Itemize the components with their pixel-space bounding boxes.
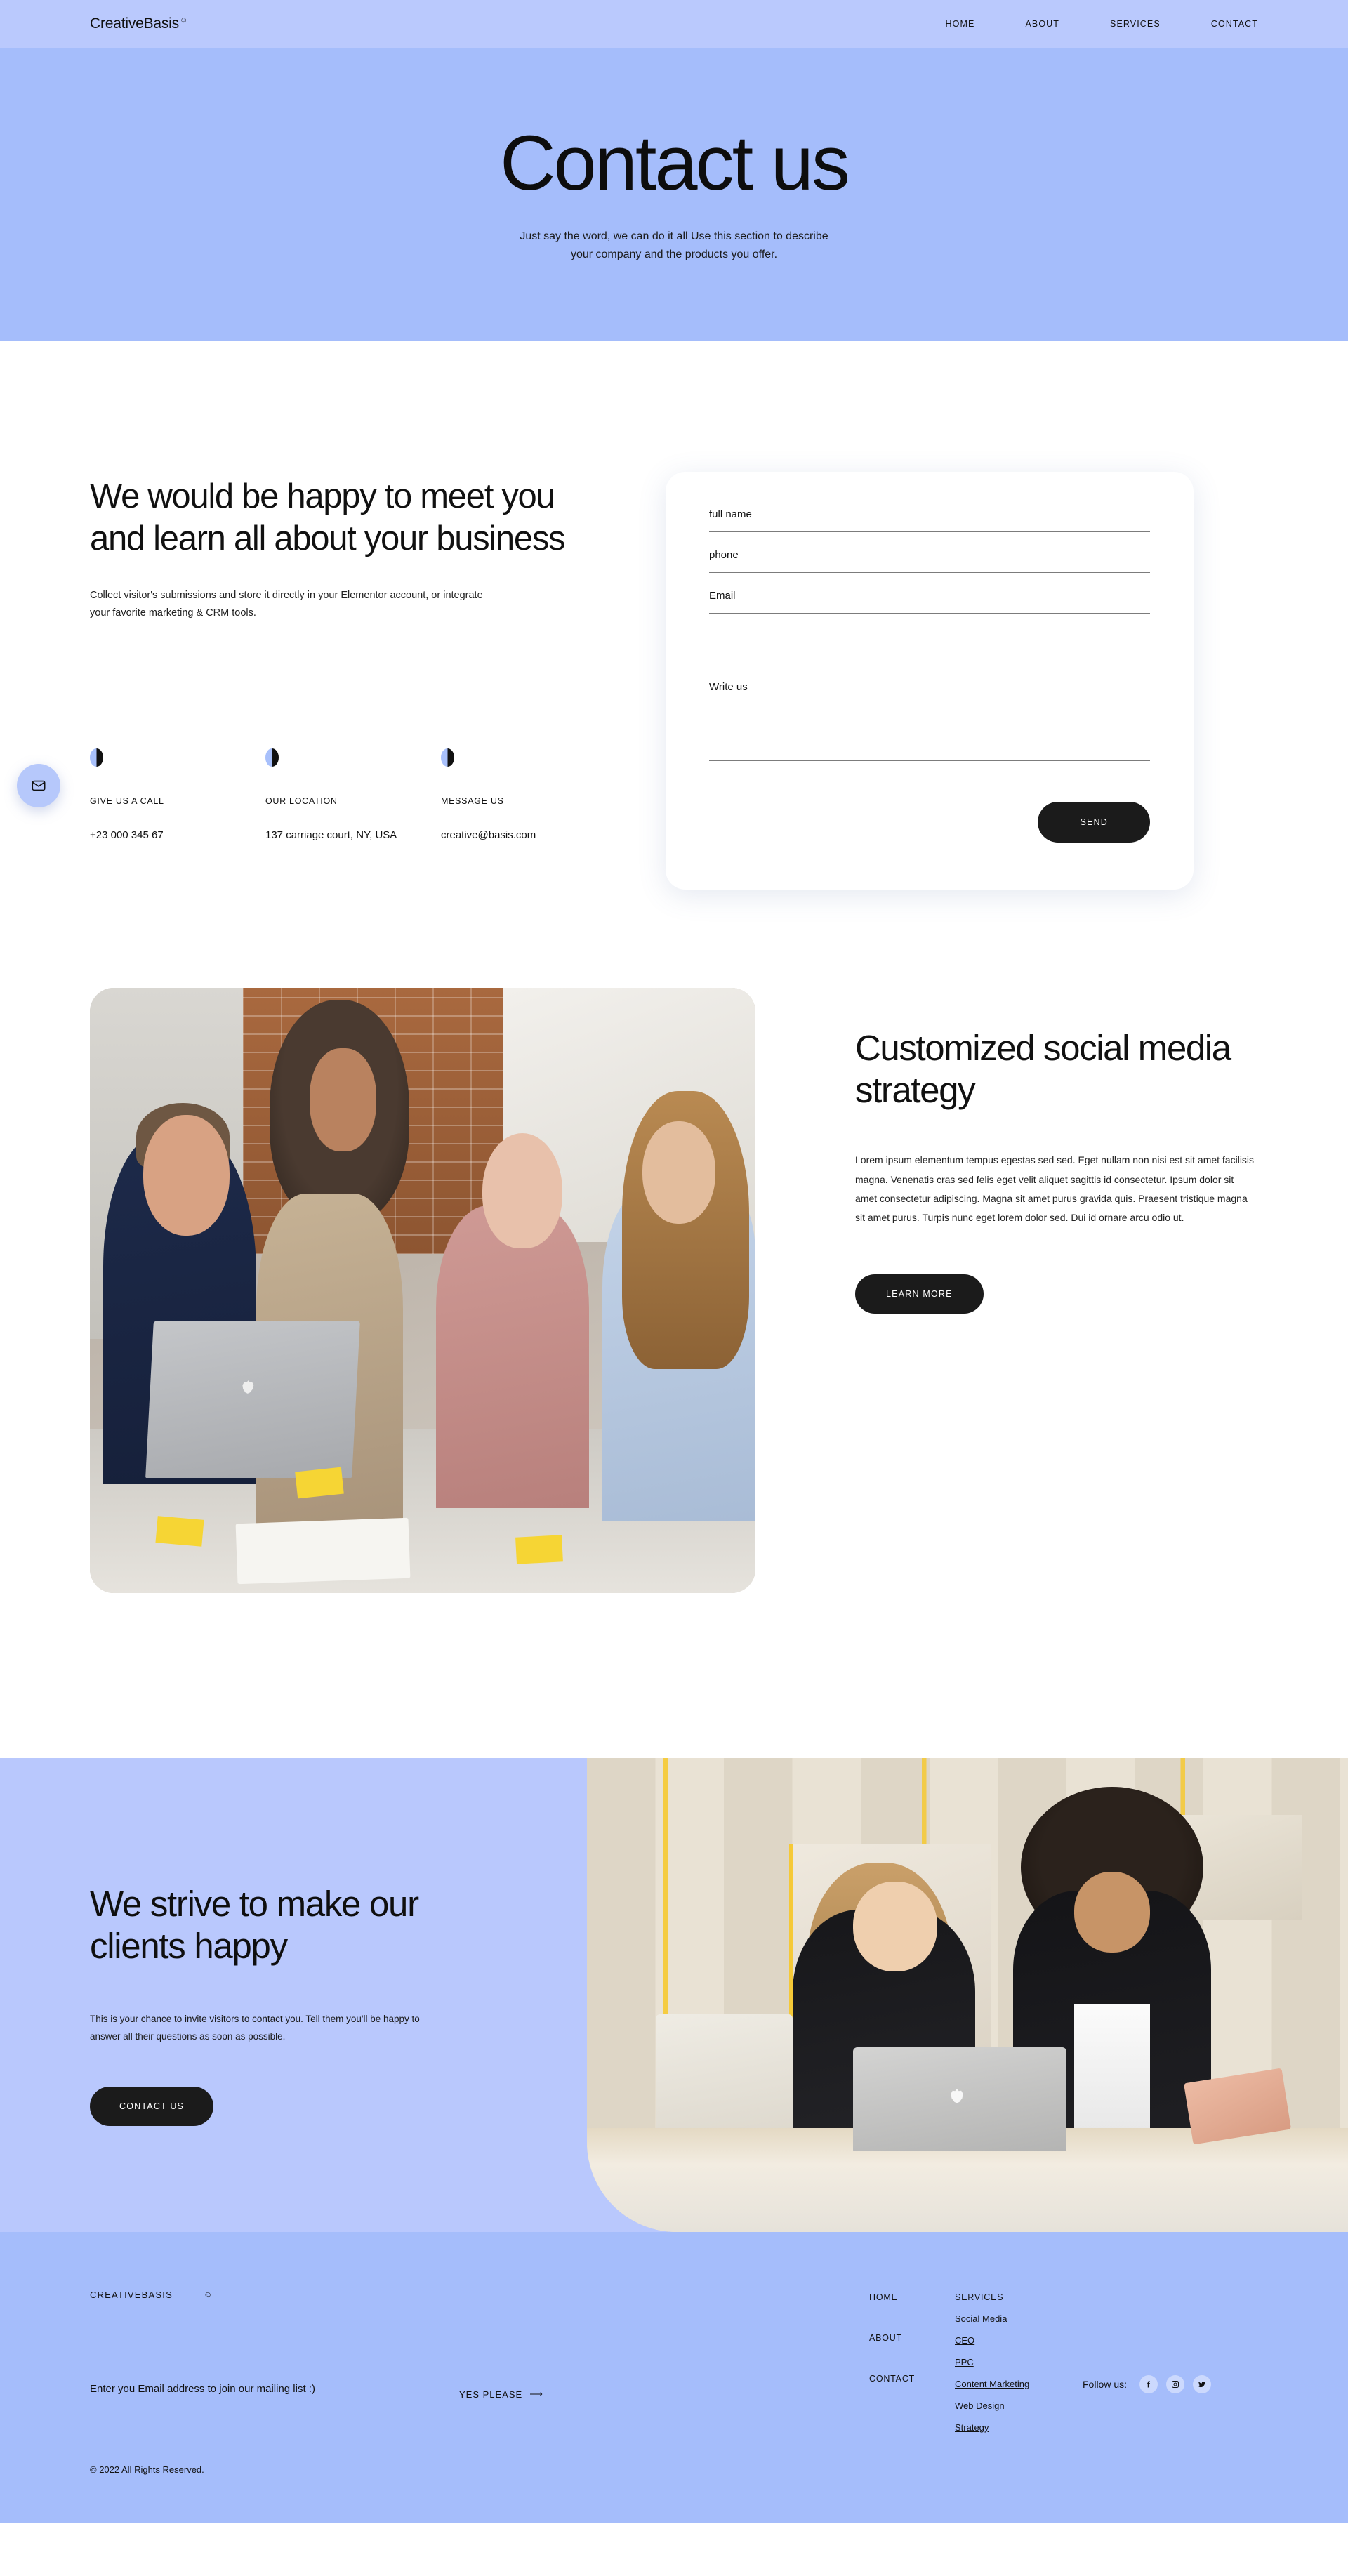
contact-heading: We would be happy to meet you and learn … (90, 477, 566, 557)
phone-input[interactable] (709, 572, 1150, 573)
follow-us: Follow us: (1083, 2292, 1212, 2475)
email-input[interactable] (709, 613, 1150, 614)
team-meeting-photo (90, 988, 755, 1593)
mail-fab-button[interactable] (17, 764, 60, 807)
contact-info-label: GIVE US A CALL (90, 796, 164, 807)
footer-service-ppc[interactable]: PPC (955, 2357, 974, 2367)
footer-service-content-marketing[interactable]: Content Marketing (955, 2379, 1029, 2389)
footer-services-heading: SERVICES (955, 2292, 1004, 2302)
smiley-icon: ☺ (179, 16, 187, 25)
instagram-icon[interactable] (1166, 2374, 1185, 2393)
mail-icon (441, 748, 454, 767)
smiley-icon: ☺ (203, 2290, 213, 2299)
newsletter-submit[interactable]: YES PLEASE ⟶ (459, 2389, 543, 2405)
field-email: Email (709, 590, 1150, 614)
footer-left: CREATIVEBASIS ☺ Enter you Email address … (90, 2290, 869, 2475)
footer-link-contact[interactable]: CONTACT (869, 2374, 955, 2384)
strive-heading: We strive to make our clients happy (90, 1884, 419, 1967)
form-actions: SEND (709, 802, 1150, 843)
full-name-input[interactable] (709, 531, 1150, 532)
nav-item-contact[interactable]: CONTACT (1211, 19, 1258, 29)
footer-service-ceo[interactable]: CEO (955, 2335, 974, 2346)
nav-item-about[interactable]: ABOUT (1025, 19, 1059, 29)
site-footer: CREATIVEBASIS ☺ Enter you Email address … (0, 2232, 1348, 2523)
newsletter-field[interactable]: Enter you Email address to join our mail… (90, 2383, 434, 2405)
nav-item-home[interactable]: HOME (946, 19, 975, 29)
footer-service-web-design[interactable]: Web Design (955, 2400, 1005, 2411)
contact-info-row: GIVE US A CALL +23 000 345 67 OUR LOCATI… (90, 748, 623, 841)
nav-item-services[interactable]: SERVICES (1110, 19, 1161, 29)
strive-section: We strive to make our clients happy This… (0, 1758, 1348, 2232)
follow-us-label: Follow us: (1083, 2378, 1128, 2390)
mail-icon (32, 780, 46, 791)
hero-subtitle: Just say the word, we can do it all Use … (520, 230, 828, 260)
site-logo[interactable]: CreativeBasis ☺ (90, 15, 187, 32)
contact-section: We would be happy to meet you and learn … (0, 341, 1348, 890)
contact-info-value[interactable]: +23 000 345 67 (90, 829, 265, 841)
site-logo-text: CreativeBasis (90, 15, 179, 32)
field-message: Write us (709, 681, 1150, 761)
strive-body: This is your chance to invite visitors t… (90, 2014, 420, 2042)
footer-services-column: SERVICES Social Media CEO PPC Content Ma… (955, 2292, 1083, 2475)
copyright: © 2022 All Rights Reserved. (90, 2464, 204, 2475)
strategy-text: Customized social media strategy Lorem i… (755, 988, 1258, 1314)
arrow-right-icon: ⟶ (529, 2389, 543, 2399)
page-title: Contact us (500, 119, 850, 206)
contact-form: full name phone Email Write us SEND (666, 472, 1194, 890)
field-full-name: full name (709, 508, 1150, 532)
strategy-body: Lorem ipsum elementum tempus egestas sed… (855, 1154, 1255, 1224)
newsletter-placeholder: Enter you Email address to join our mail… (90, 2383, 315, 2395)
contact-info-call: GIVE US A CALL +23 000 345 67 (90, 748, 265, 841)
newsletter-form: Enter you Email address to join our mail… (90, 2383, 869, 2405)
footer-service-strategy[interactable]: Strategy (955, 2422, 989, 2433)
field-phone: phone (709, 549, 1150, 573)
contact-info-label: OUR LOCATION (265, 796, 338, 807)
contact-info-message: MESSAGE US creative@basis.com (441, 748, 616, 841)
strive-text: We strive to make our clients happy This… (0, 1758, 587, 2232)
full-name-label: full name (709, 508, 752, 520)
footer-brand-text: CREATIVEBASIS (90, 2290, 173, 2300)
footer-pages-column: HOME ABOUT CONTACT (869, 2292, 955, 2475)
twitter-icon[interactable] (1193, 2374, 1212, 2393)
contact-intro: We would be happy to meet you and learn … (90, 461, 623, 890)
learn-more-button[interactable]: LEARN MORE (855, 1274, 984, 1314)
send-button[interactable]: SEND (1038, 802, 1150, 843)
strategy-section: Customized social media strategy Lorem i… (0, 890, 1348, 1593)
footer-link-home[interactable]: HOME (869, 2292, 955, 2302)
footer-columns: HOME ABOUT CONTACT SERVICES Social Media… (869, 2290, 1212, 2475)
email-label: Email (709, 590, 736, 602)
contact-info-location: OUR LOCATION 137 carriage court, NY, USA (265, 748, 441, 841)
contact-info-value[interactable]: creative@basis.com (441, 829, 616, 841)
footer-link-about[interactable]: ABOUT (869, 2333, 955, 2343)
site-header: CreativeBasis ☺ HOME ABOUT SERVICES CONT… (0, 0, 1348, 48)
main-nav: HOME ABOUT SERVICES CONTACT (946, 19, 1258, 29)
office-reception-photo (587, 1758, 1348, 2232)
facebook-icon[interactable] (1139, 2374, 1158, 2393)
contact-info-value[interactable]: 137 carriage court, NY, USA (265, 829, 441, 841)
strategy-heading: Customized social media strategy (855, 1028, 1231, 1111)
page-root: CreativeBasis ☺ HOME ABOUT SERVICES CONT… (0, 0, 1348, 2523)
phone-icon (90, 748, 103, 767)
message-input[interactable] (709, 760, 1150, 761)
footer-brand[interactable]: CREATIVEBASIS ☺ (90, 2290, 869, 2300)
contact-info-label: MESSAGE US (441, 796, 504, 807)
newsletter-submit-label: YES PLEASE (459, 2389, 523, 2400)
location-icon (265, 748, 279, 767)
footer-service-social-media[interactable]: Social Media (955, 2313, 1007, 2324)
contact-us-button[interactable]: CONTACT US (90, 2087, 214, 2127)
message-label: Write us (709, 681, 748, 693)
phone-label: phone (709, 549, 739, 561)
hero-section: Contact us Just say the word, we can do … (0, 48, 1348, 341)
contact-description: Collect visitor's submissions and store … (90, 589, 483, 619)
